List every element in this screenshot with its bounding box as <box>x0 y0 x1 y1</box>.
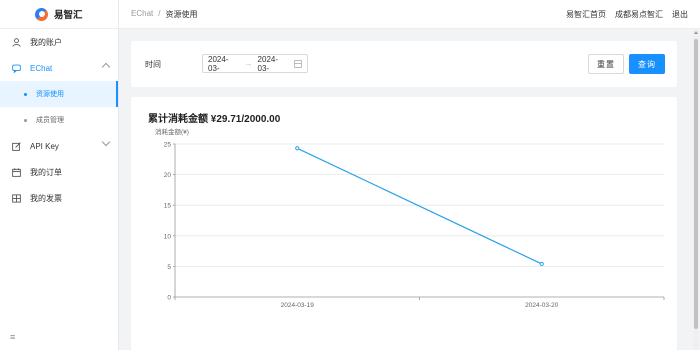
logo-icon <box>35 7 48 21</box>
chevron-down-icon <box>101 137 111 147</box>
page-scrollbar[interactable] <box>693 29 699 350</box>
y-tick-label: 25 <box>164 142 172 149</box>
top-header: EChat / 资源使用 易智汇首页 成都易点智汇 退出 <box>119 0 700 29</box>
sidebar-subitem-label: 成员管理 <box>36 117 64 124</box>
sidebar-menu: 我的账户 EChat 资源使用 成员管理 API Key 我的订单 我的发票 <box>0 29 118 211</box>
y-tick-label: 20 <box>164 172 172 179</box>
y-tick-label: 5 <box>167 264 171 271</box>
sidebar-item-label: 我的订单 <box>30 167 62 177</box>
filter-panel: 时间 2024-03- → 2024-03- 重置 查询 <box>131 41 677 87</box>
table-icon <box>12 193 21 203</box>
breadcrumb-separator: / <box>158 8 161 18</box>
usage-chart-panel: 累计消耗金额 ¥29.71/2000.00 消耗金额(¥) 0 5 10 15 20 25 2… <box>131 97 677 350</box>
query-button[interactable]: 查询 <box>629 54 665 74</box>
logout-link[interactable]: 退出 <box>672 9 688 20</box>
sidebar-subitem-member-management[interactable]: 成员管理 <box>0 107 118 133</box>
bullet-icon <box>24 92 27 96</box>
date-range-separator: → <box>244 59 253 68</box>
usage-line-chart: 消耗金额(¥) 0 5 10 15 20 25 2024-03-19 2024-03-20 <box>155 127 665 309</box>
scrollbar-thumb[interactable] <box>694 39 698 329</box>
home-link[interactable]: 易智汇首页 <box>566 9 606 20</box>
end-date-field[interactable]: 2024-03- <box>258 55 290 73</box>
calendar-icon[interactable] <box>294 59 302 68</box>
data-point <box>295 146 300 151</box>
edit-icon <box>12 141 21 151</box>
chevron-up-icon <box>101 62 111 72</box>
collapse-menu-icon[interactable]: ≡ <box>10 332 15 342</box>
y-tick-label: 0 <box>167 295 171 302</box>
logo-text: 易智汇 <box>54 10 83 21</box>
time-label: 时间 <box>145 60 161 69</box>
sidebar-subitem-label: 资源使用 <box>36 91 64 98</box>
breadcrumb-item-echat[interactable]: EChat <box>131 9 153 20</box>
start-date-field[interactable]: 2024-03- <box>208 55 240 73</box>
bullet-icon <box>24 118 27 122</box>
x-tick-label: 2024-03-20 <box>525 302 559 309</box>
calendar-icon <box>12 167 21 177</box>
x-tick-label: 2024-03-19 <box>281 302 315 309</box>
sidebar-item-echat[interactable]: EChat <box>0 55 118 81</box>
sidebar-subitem-resource-usage[interactable]: 资源使用 <box>0 81 118 107</box>
header-links: 易智汇首页 成都易点智汇 退出 <box>566 9 688 20</box>
reset-button[interactable]: 重置 <box>588 54 624 74</box>
sidebar-item-account[interactable]: 我的账户 <box>0 29 118 55</box>
sidebar-item-label: 我的账户 <box>30 37 62 47</box>
y-tick-label: 15 <box>164 203 172 210</box>
sidebar-item-invoices[interactable]: 我的发票 <box>0 185 118 211</box>
breadcrumb: EChat / 资源使用 <box>131 9 197 20</box>
sidebar-item-api-key[interactable]: API Key <box>0 133 118 159</box>
data-point <box>539 261 544 267</box>
breadcrumb-item-current: 资源使用 <box>165 9 198 19</box>
sidebar-item-label: API Key <box>30 141 59 151</box>
scroll-up-icon[interactable] <box>694 31 698 34</box>
chat-icon <box>12 64 21 73</box>
sidebar: 易智汇 我的账户 EChat 资源使用 成员管理 API Key 我的订单 我的… <box>0 0 119 350</box>
sidebar-item-orders[interactable]: 我的订单 <box>0 159 118 185</box>
date-range-picker[interactable]: 2024-03- → 2024-03- <box>202 54 308 73</box>
sidebar-item-label: 我的发票 <box>30 193 62 203</box>
company-link[interactable]: 成都易点智汇 <box>615 9 663 20</box>
sidebar-item-label: EChat <box>30 63 53 73</box>
series-line <box>296 147 543 265</box>
y-axis-title: 消耗金额(¥) <box>155 127 189 136</box>
logo[interactable]: 易智汇 <box>0 0 118 29</box>
user-icon <box>12 37 21 47</box>
y-tick-label: 10 <box>164 233 172 240</box>
